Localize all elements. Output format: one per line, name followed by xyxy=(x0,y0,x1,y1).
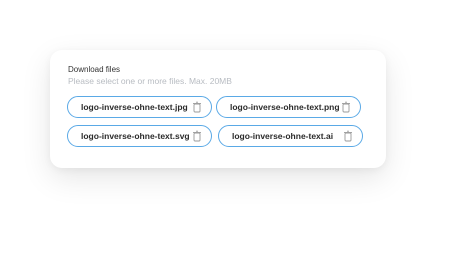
file-chip-jpg[interactable]: logo-inverse-ohne-text.jpg xyxy=(67,96,212,118)
trash-icon[interactable] xyxy=(343,130,353,142)
file-chip-ai[interactable]: logo-inverse-ohne-text.ai xyxy=(218,125,363,147)
trash-icon[interactable] xyxy=(341,101,351,113)
card-title: Download files xyxy=(68,65,121,74)
file-name: logo-inverse-ohne-text.ai xyxy=(232,131,334,141)
download-files-card: Download files Please select one or more… xyxy=(50,50,386,168)
card-subtitle: Please select one or more files. Max. 20… xyxy=(68,76,232,86)
file-name: logo-inverse-ohne-text.jpg xyxy=(81,102,188,112)
file-chip-svg[interactable]: logo-inverse-ohne-text.svg xyxy=(67,125,212,147)
file-name: logo-inverse-ohne-text.png xyxy=(230,102,340,112)
file-chip-png[interactable]: logo-inverse-ohne-text.png xyxy=(216,96,361,118)
trash-icon[interactable] xyxy=(192,101,202,113)
trash-icon[interactable] xyxy=(192,130,202,142)
file-name: logo-inverse-ohne-text.svg xyxy=(81,131,190,141)
